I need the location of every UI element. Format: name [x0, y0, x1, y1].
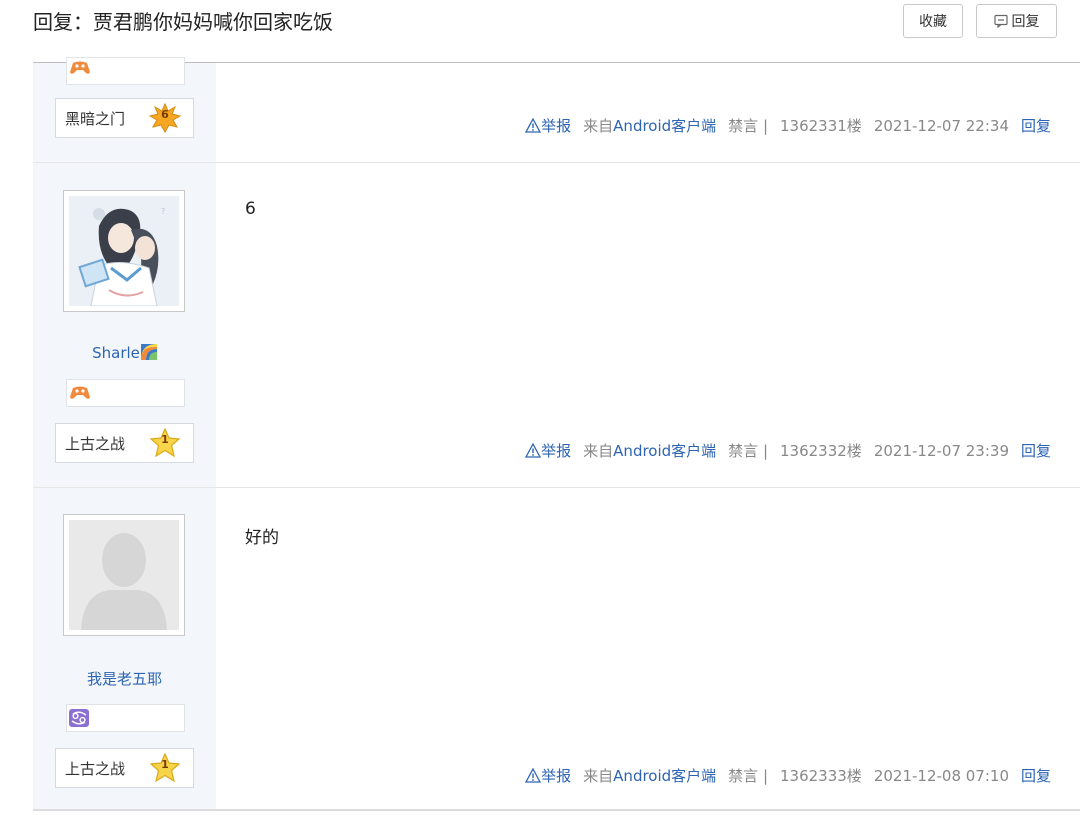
- post-reply-link[interactable]: 回复: [1021, 765, 1051, 786]
- floor-number: 1362333楼: [780, 767, 862, 785]
- warning-icon: [525, 768, 542, 783]
- post-content: 好的: [245, 528, 279, 548]
- username-text: Sharle: [92, 344, 140, 362]
- post-item: ? Sharle 上古之战 1 6 举报 来自 Android客户端 禁言 | …: [33, 163, 1080, 487]
- user-icon-box: [66, 704, 185, 732]
- post-content: 6: [245, 199, 256, 219]
- floor-number: 1362331楼: [780, 117, 862, 135]
- svg-text:?: ?: [161, 207, 165, 216]
- report-link[interactable]: 举报: [525, 440, 571, 461]
- username-text: 我是老五耶: [86, 670, 162, 688]
- level-number: 6: [161, 108, 169, 121]
- level-number: 1: [161, 433, 169, 446]
- source-prefix: 来自: [583, 117, 614, 135]
- post-meta: 举报 来自 Android客户端 禁言 | 1362332楼 2021-12-0…: [525, 440, 1051, 461]
- reply-button[interactable]: 回复: [976, 4, 1057, 38]
- rainbow-badge-icon: [140, 344, 157, 360]
- reply-button-label: 回复: [1011, 14, 1040, 30]
- list-bottom-divider: [33, 809, 1080, 811]
- report-link[interactable]: 举报: [525, 765, 571, 786]
- gamepad-badge-icon: [70, 61, 90, 74]
- thread-header: 回复：贾君鹏你妈妈喊你回家吃饭 收藏 回复: [0, 0, 1080, 62]
- thread-title: 回复：贾君鹏你妈妈喊你回家吃饭: [33, 10, 333, 34]
- level-badge[interactable]: 上古之战 1: [55, 748, 194, 788]
- source-prefix: 来自: [583, 442, 614, 460]
- post-time: 2021-12-07 22:34: [873, 116, 1009, 135]
- report-link[interactable]: 举报: [525, 115, 571, 136]
- source-link[interactable]: Android客户端: [613, 765, 716, 786]
- level-name: 上古之战: [65, 760, 126, 778]
- ban-link[interactable]: 禁言 |: [728, 440, 768, 461]
- post-time: 2021-12-08 07:10: [873, 766, 1009, 785]
- report-label: 举报: [541, 442, 572, 460]
- post-meta: 举报 来自 Android客户端 禁言 | 1362331楼 2021-12-0…: [525, 115, 1051, 136]
- cancer-zodiac-badge-icon: [69, 709, 89, 727]
- post-time: 2021-12-07 23:39: [873, 441, 1009, 460]
- post-item: 黑暗之门 6 举报 来自 Android客户端 禁言 | 1362331楼 20…: [33, 57, 1080, 162]
- post-reply-link[interactable]: 回复: [1021, 115, 1051, 136]
- avatar-image: ?: [69, 196, 179, 307]
- report-label: 举报: [541, 117, 572, 135]
- level-name: 上古之战: [65, 435, 126, 453]
- favorite-button[interactable]: 收藏: [903, 4, 963, 38]
- user-icon-box: [66, 379, 185, 407]
- level-badge[interactable]: 上古之战 1: [55, 423, 194, 463]
- user-icon-box: [66, 57, 185, 85]
- post-reply-link[interactable]: 回复: [1021, 440, 1051, 461]
- post-list: 黑暗之门 6 举报 来自 Android客户端 禁言 | 1362331楼 20…: [33, 57, 1080, 811]
- source-link[interactable]: Android客户端: [613, 115, 716, 136]
- report-label: 举报: [541, 767, 572, 785]
- default-avatar-image: [69, 520, 179, 630]
- gamepad-badge-icon: [70, 386, 90, 399]
- avatar[interactable]: ?: [63, 190, 185, 312]
- ban-link[interactable]: 禁言 |: [728, 115, 768, 136]
- username-link[interactable]: Sharle: [33, 344, 216, 362]
- warning-icon: [525, 443, 542, 458]
- floor-number: 1362332楼: [780, 442, 862, 460]
- post-meta: 举报 来自 Android客户端 禁言 | 1362333楼 2021-12-0…: [525, 765, 1051, 786]
- source-prefix: 来自: [583, 767, 614, 785]
- username-link[interactable]: 我是老五耶: [33, 668, 216, 689]
- comment-icon: [993, 14, 1008, 28]
- source-link[interactable]: Android客户端: [613, 440, 716, 461]
- post-item: 我是老五耶 上古之战 1 好的 举报 来自 Android客户端 禁言 | 13…: [33, 488, 1080, 810]
- level-number: 1: [161, 758, 169, 771]
- level-badge[interactable]: 黑暗之门 6: [55, 98, 194, 138]
- level-name: 黑暗之门: [65, 110, 126, 128]
- avatar[interactable]: [63, 514, 185, 636]
- ban-link[interactable]: 禁言 |: [728, 765, 768, 786]
- warning-icon: [525, 118, 542, 133]
